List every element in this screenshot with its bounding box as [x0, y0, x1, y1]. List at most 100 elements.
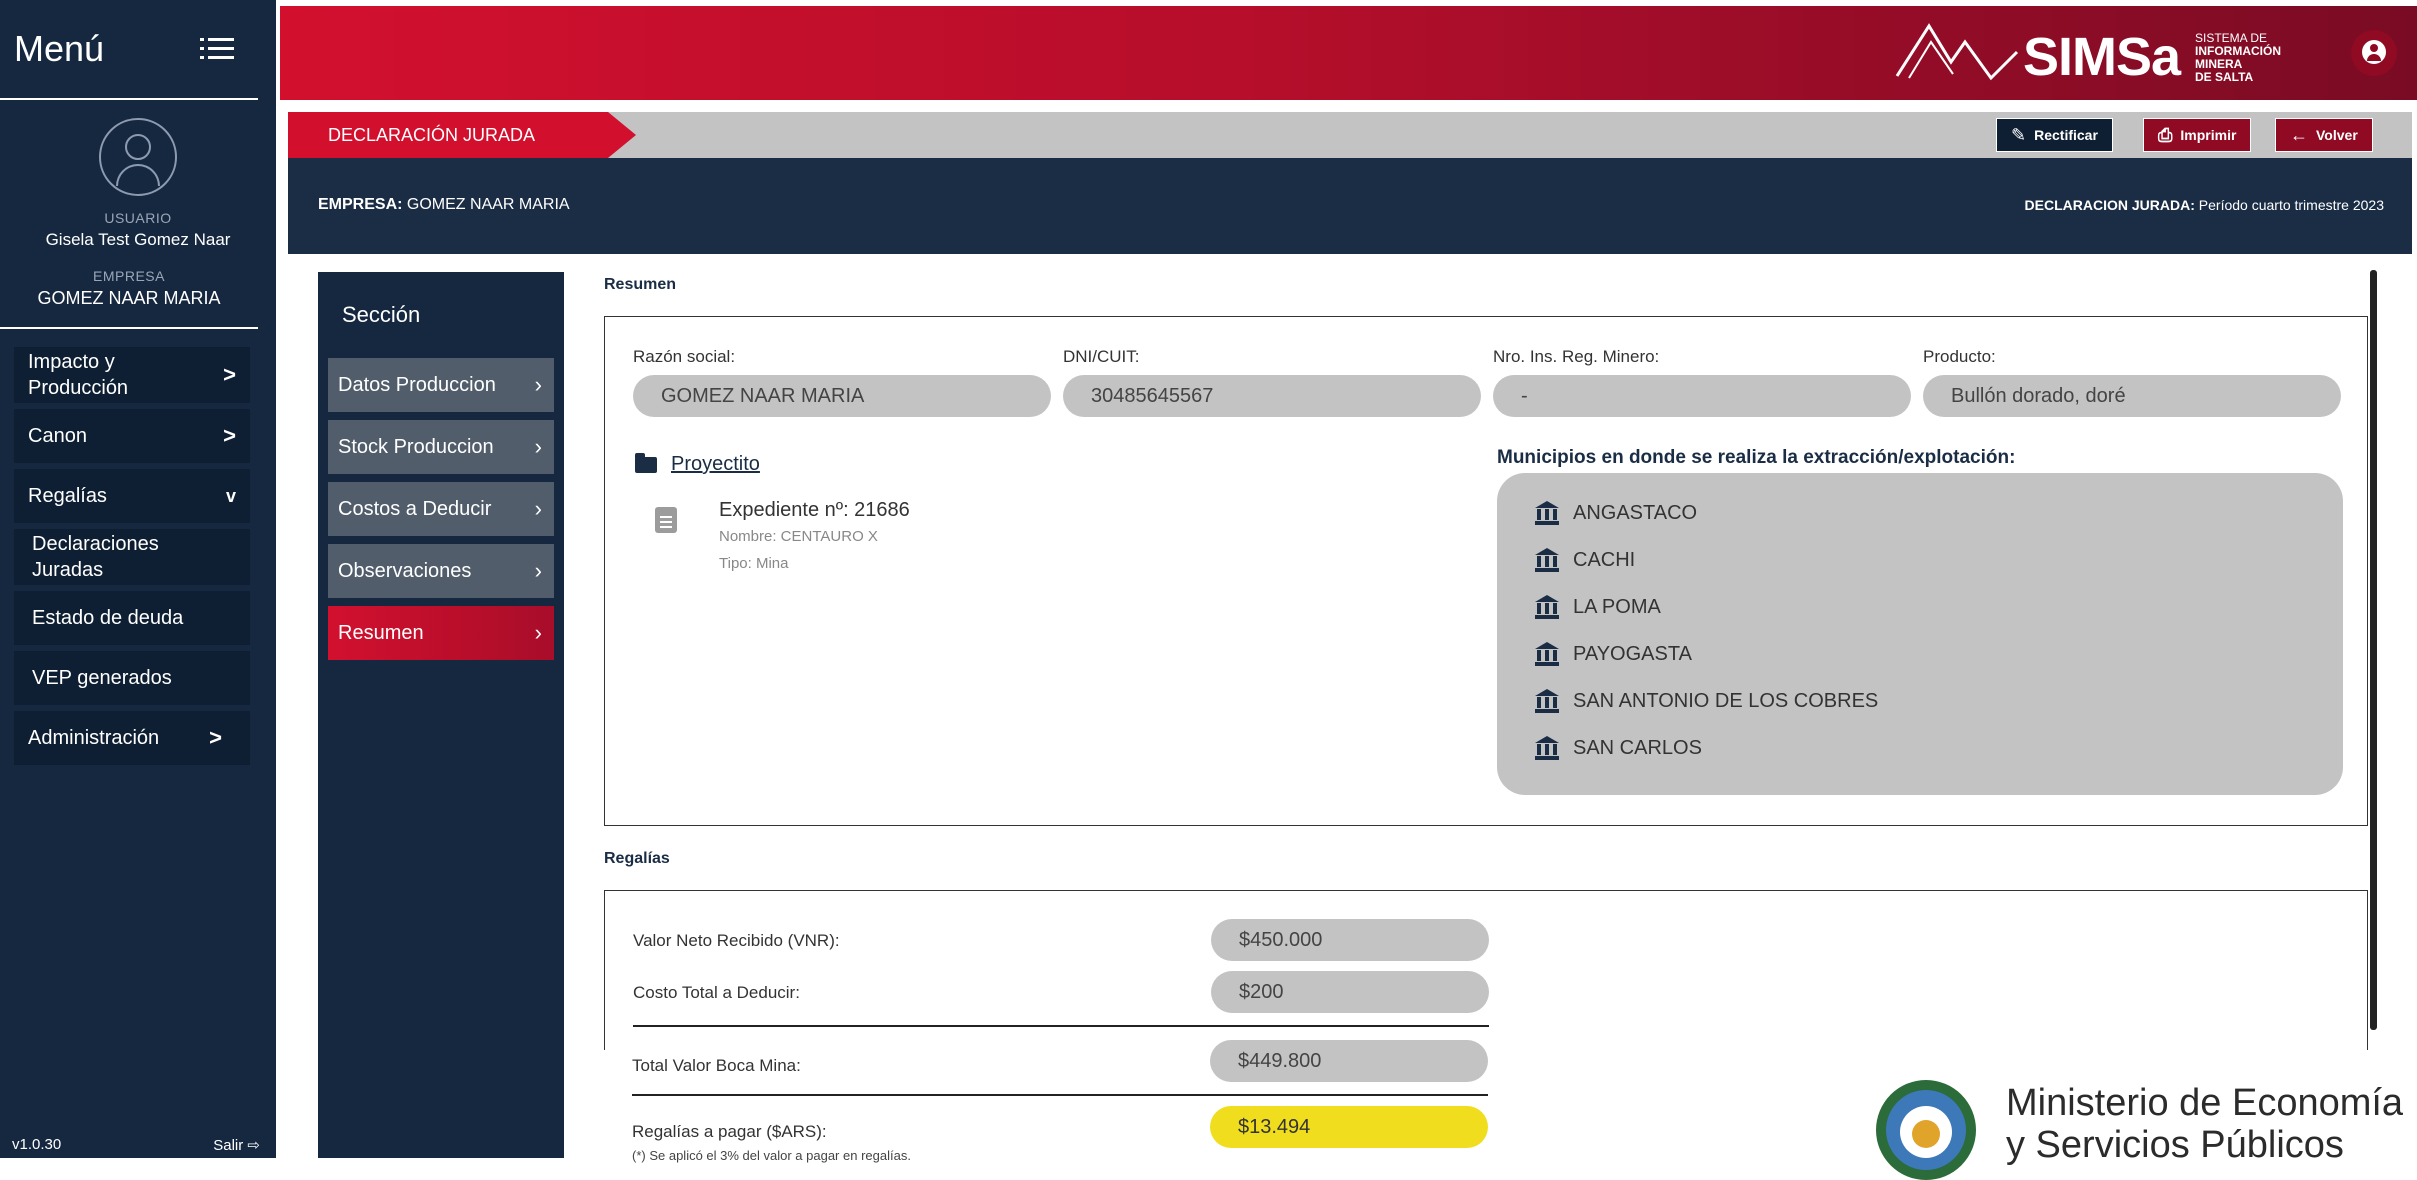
regalias-box: Valor Neto Recibido (VNR): $450.000 Cost…: [604, 890, 2368, 1050]
sidebar-item-vep[interactable]: VEP generados: [14, 651, 250, 705]
sidebar-item-canon[interactable]: Canon >: [14, 409, 250, 463]
field-label: Razón social:: [633, 347, 736, 366]
list-item: ANGASTACO: [1535, 501, 1697, 525]
field-label: DNI/CUIT:: [1063, 347, 1140, 366]
chevron-right-icon: ›: [534, 558, 542, 583]
folder-icon: [635, 452, 657, 473]
company-heading: EMPRESA: GOMEZ NAAR MARIA: [318, 196, 570, 214]
field-label: Producto:: [1923, 347, 1996, 366]
section-title: Sección: [342, 302, 421, 327]
company-heading-label: EMPRESA:: [318, 196, 403, 213]
user-account-icon[interactable]: [2351, 30, 2397, 76]
brand-subtitle: SISTEMA DE INFORMACIÓN MINERA DE SALTA: [2195, 31, 2281, 84]
sidebar-item-label: Administración: [28, 726, 160, 749]
sidebar-item-estado-deuda[interactable]: Estado de deuda: [14, 591, 250, 645]
printer-icon: ⎙: [2158, 124, 2173, 145]
bank-icon: [1535, 595, 1559, 619]
company-name: GOMEZ NAAR MARIA: [37, 288, 221, 308]
expediente-tipo: Tipo: Mina: [719, 555, 789, 572]
print-label: Imprimir: [2180, 127, 2237, 143]
period-value: Período cuarto trimestre 2023: [2198, 197, 2384, 213]
section-item-label: Stock Produccion: [338, 435, 494, 458]
pencil-icon: ✎: [2011, 124, 2027, 145]
clipboard-icon: [655, 507, 677, 533]
top-bar: SIMSa SISTEMA DE INFORMACIÓN MINERA DE S…: [280, 6, 2417, 100]
boca-mina-label: Total Valor Boca Mina:: [632, 1056, 801, 1075]
company-label: EMPRESA: [93, 268, 165, 284]
section-item-label: Resumen: [338, 621, 424, 644]
list-item: SAN CARLOS: [1535, 736, 1702, 760]
sidebar-item-label: Impacto y Producción: [28, 351, 129, 399]
hamburger-icon[interactable]: [200, 36, 234, 62]
municipio-name: SAN CARLOS: [1573, 736, 1702, 759]
bank-icon: [1535, 689, 1559, 713]
list-item: CACHI: [1535, 548, 1635, 572]
expediente-nombre: Nombre: CENTAURO X: [719, 528, 878, 545]
regalias-pagar-label: Regalías a pagar ($ARS):: [632, 1122, 827, 1141]
company-info: EMPRESA GOMEZ NAAR MARIA: [0, 268, 258, 329]
mountains-icon: [1895, 23, 2019, 81]
sidebar-footer: v1.0.30 Salir ⇨: [12, 1136, 260, 1154]
sidebar-item-impacto[interactable]: Impacto y Producción >: [14, 347, 250, 403]
sidebar-item-label: Estado de deuda: [32, 606, 184, 629]
section-item-label: Datos Produccion: [338, 373, 496, 396]
period-heading: DECLARACION JURADA: Período cuarto trime…: [2025, 197, 2384, 213]
municipio-name: SAN ANTONIO DE LOS COBRES: [1573, 689, 1879, 712]
section-item-datos-produccion[interactable]: Datos Produccion ›: [328, 358, 554, 412]
regalias-pagar-value: $13.494: [1210, 1106, 1488, 1148]
print-button[interactable]: ⎙ Imprimir: [2143, 118, 2252, 152]
ministry-logo: Ministerio de Economía y Servicios Públi…: [1860, 1068, 2417, 1180]
simsa-logo: SIMSa SISTEMA DE INFORMACIÓN MINERA DE S…: [1895, 16, 2315, 90]
salta-seal-icon: [1876, 1080, 1976, 1180]
scrollbar[interactable]: [2370, 270, 2377, 1030]
expediente-number: Expediente nº: 21686: [719, 499, 910, 521]
bank-icon: [1535, 548, 1559, 572]
sidebar-item-label: Canon: [28, 424, 87, 447]
vnr-value: $450.000: [1211, 919, 1489, 961]
producto-field: Bullón dorado, doré: [1923, 375, 2341, 417]
sidebar-item-declaraciones[interactable]: Declaraciones Juradas: [14, 529, 250, 585]
version-label: v1.0.30: [12, 1136, 62, 1153]
chevron-right-icon: ›: [534, 496, 542, 521]
brand-name: SIMSa: [2023, 27, 2181, 87]
section-item-costos[interactable]: Costos a Deducir ›: [328, 482, 554, 536]
costo-value: $200: [1211, 971, 1489, 1013]
sidebar-item-regalias[interactable]: Regalías v: [14, 469, 250, 523]
section-item-resumen[interactable]: Resumen ›: [328, 606, 554, 660]
chevron-right-icon: >: [223, 362, 236, 387]
ministry-name: Ministerio de Economía y Servicios Públi…: [2006, 1082, 2404, 1166]
back-button[interactable]: ← Volver: [2275, 118, 2373, 152]
sidebar-item-administracion[interactable]: Administración >: [14, 711, 250, 765]
project-link[interactable]: Proyectito: [635, 452, 760, 476]
chevron-right-icon: ›: [534, 620, 542, 645]
chevron-right-icon: ›: [534, 372, 542, 397]
main-content: Resumen Razón social: DNI/CUIT: Nro. Ins…: [588, 270, 2378, 1163]
municipios-title: Municipios en donde se realiza la extrac…: [1497, 447, 2016, 468]
section-item-label: Costos a Deducir: [338, 497, 492, 520]
list-item: PAYOGASTA: [1535, 642, 1692, 666]
user-info: USUARIO Gisela Test Gomez Naar: [0, 210, 276, 250]
company-bar: EMPRESA: GOMEZ NAAR MARIA DECLARACION JU…: [288, 158, 2412, 254]
chevron-right-icon: >: [209, 725, 222, 750]
registro-minero-field: -: [1493, 375, 1911, 417]
municipio-name: LA POMA: [1573, 595, 1661, 618]
summary-box: Razón social: DNI/CUIT: Nro. Ins. Reg. M…: [604, 316, 2368, 826]
regalias-heading: Regalías: [604, 850, 670, 867]
footnote: (*) Se aplicó el 3% del valor a pagar en…: [632, 1148, 911, 1163]
sidebar: Menú USUARIO Gisela Test Gomez Naar EMPR…: [0, 0, 276, 1158]
municipios-list: ANGASTACO CACHI LA POMA PAYOGASTA SAN AN…: [1497, 473, 2343, 795]
section-item-stock-produccion[interactable]: Stock Produccion ›: [328, 420, 554, 474]
rectify-button[interactable]: ✎ Rectificar: [1996, 118, 2113, 152]
section-item-observaciones[interactable]: Observaciones ›: [328, 544, 554, 598]
chevron-right-icon: >: [223, 423, 236, 448]
logout-link[interactable]: Salir ⇨: [213, 1136, 260, 1154]
sidebar-nav: Impacto y Producción > Canon > Regalías …: [0, 347, 276, 765]
menu-header: Menú: [0, 0, 258, 100]
back-label: Volver: [2316, 127, 2358, 143]
user-name: Gisela Test Gomez Naar: [45, 230, 231, 249]
sidebar-item-label: VEP generados: [32, 666, 172, 689]
vnr-label: Valor Neto Recibido (VNR):: [633, 931, 840, 950]
divider: [632, 1094, 1488, 1096]
user-label: USUARIO: [104, 210, 172, 226]
field-label: Nro. Ins. Reg. Minero:: [1493, 347, 1660, 366]
